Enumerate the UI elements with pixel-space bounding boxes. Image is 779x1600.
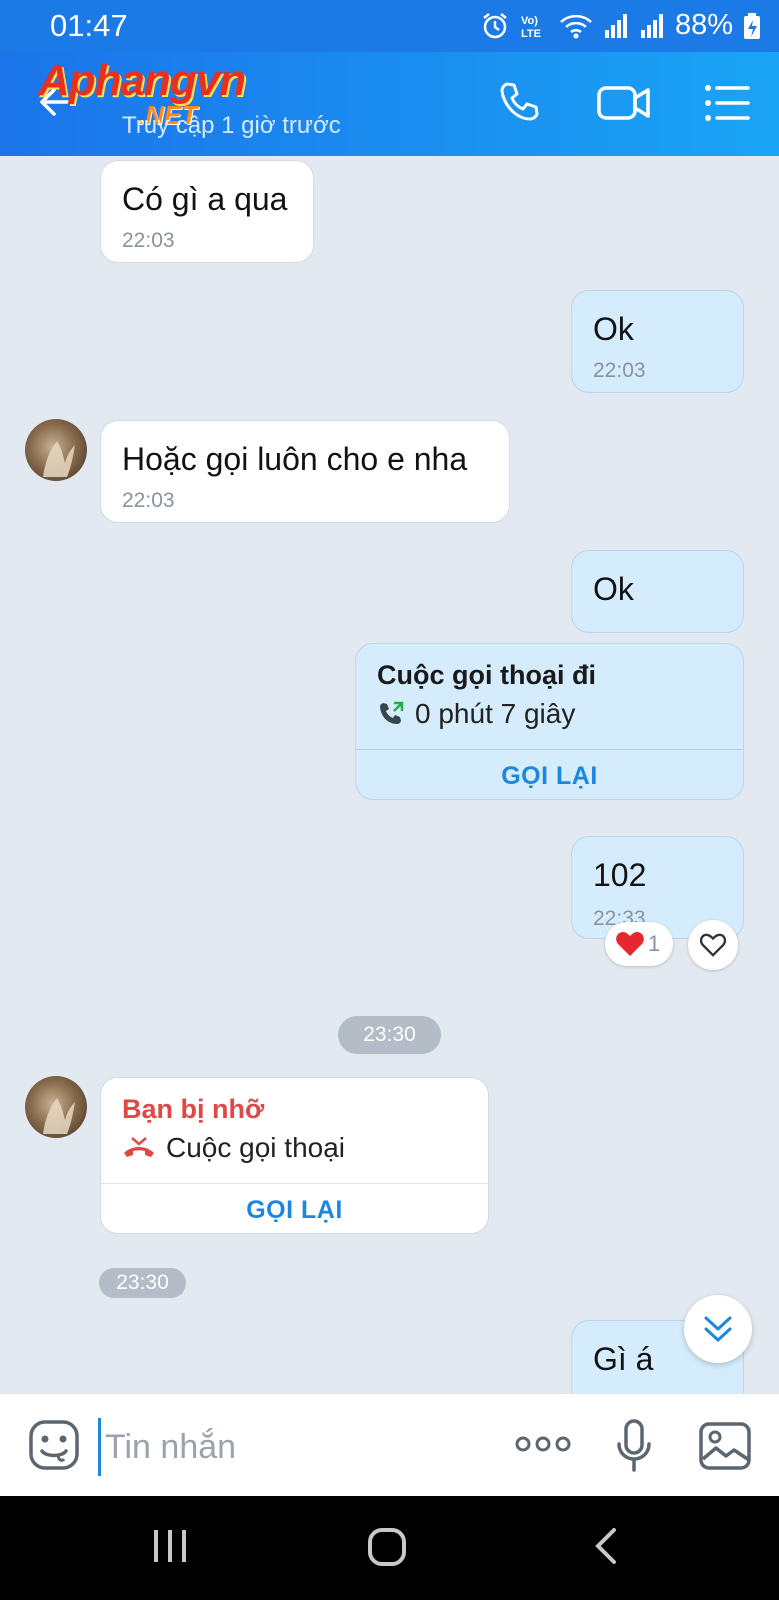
chat-header: Aphangvn .NET Truy cập 1 giờ trước — [0, 52, 779, 156]
scroll-down-button[interactable] — [684, 1295, 752, 1363]
battery-icon — [744, 12, 760, 39]
avatar-image — [43, 1098, 75, 1134]
call-detail-row: 0 phút 7 giây — [377, 698, 575, 730]
outgoing-call-card[interactable]: Cuộc gọi thoại đi 0 phút 7 giây GỌI LẠI — [355, 643, 744, 800]
heart-outline-icon — [699, 933, 727, 957]
signal-icon-1 — [604, 13, 627, 38]
call-title: Cuộc gọi thoại đi — [377, 660, 596, 690]
emoji-icon[interactable] — [28, 1419, 80, 1471]
battery-percent: 88% — [674, 9, 733, 41]
phone-icon[interactable] — [497, 80, 543, 126]
call-detail-row: Cuộc gọi thoại — [122, 1132, 345, 1164]
status-bar: 01:47 Vo) LTE 88% — [0, 0, 779, 52]
divider — [101, 1183, 488, 1184]
svg-text:Vo): Vo) — [521, 15, 538, 27]
home-icon[interactable] — [366, 1526, 408, 1568]
time-divider: 23:30 — [338, 1016, 441, 1054]
heart-icon — [616, 932, 644, 956]
avatar[interactable] — [25, 419, 87, 481]
wifi-icon — [560, 14, 592, 38]
message-text: 102 — [593, 857, 647, 893]
message-list[interactable]: Có gì a qua 22:03 Ok 22:03 Hoặc gọi luôn… — [0, 156, 779, 1393]
react-button[interactable] — [688, 920, 738, 970]
composer-bar — [0, 1393, 779, 1497]
scroll-down-icon — [704, 1316, 732, 1342]
watermark-logo: Aphangvn — [38, 56, 246, 105]
avatar-image — [43, 441, 75, 477]
last-seen-status: Truy cập 1 giờ trước — [122, 112, 341, 139]
back-nav-icon[interactable] — [592, 1526, 622, 1566]
message-bubble-outgoing[interactable]: Ok — [571, 550, 744, 633]
menu-icon[interactable] — [704, 80, 750, 126]
mic-icon[interactable] — [614, 1418, 654, 1474]
call-back-button[interactable]: GỌI LẠI — [101, 1196, 488, 1225]
call-back-button[interactable]: GỌI LẠI — [356, 762, 743, 791]
reaction-count: 1 — [648, 931, 661, 956]
divider — [356, 749, 743, 750]
message-time: 22:03 — [122, 489, 175, 512]
message-input[interactable] — [98, 1418, 487, 1476]
call-type: Cuộc gọi thoại — [166, 1132, 346, 1163]
message-text: Gì á — [593, 1341, 654, 1377]
recent-apps-icon[interactable] — [150, 1526, 190, 1566]
message-time: 22:03 — [593, 359, 646, 382]
more-icon[interactable] — [514, 1434, 572, 1454]
avatar[interactable] — [25, 1076, 87, 1138]
status-time: 01:47 — [50, 8, 128, 43]
message-bubble-incoming[interactable]: Hoặc gọi luôn cho e nha 22:03 — [100, 420, 510, 523]
message-bubble-outgoing[interactable]: Ok 22:03 — [571, 290, 744, 393]
message-text: Ok — [593, 311, 634, 347]
outgoing-call-icon — [380, 701, 404, 724]
svg-text:LTE: LTE — [521, 28, 541, 40]
video-call-icon[interactable] — [596, 80, 652, 126]
message-text: Hoặc gọi luôn cho e nha — [122, 441, 468, 477]
message-text: Ok — [593, 571, 634, 607]
message-time-pill: 23:30 — [99, 1268, 186, 1298]
message-text: Có gì a qua — [122, 181, 288, 217]
missed-call-title: Bạn bị nhỡ — [122, 1094, 265, 1124]
reaction-badge[interactable]: 1 — [605, 922, 673, 966]
message-bubble-incoming[interactable]: Có gì a qua 22:03 — [100, 160, 314, 263]
status-icons: Vo) LTE 88% — [481, 9, 761, 42]
system-nav-bar — [0, 1496, 779, 1600]
missed-call-card[interactable]: Bạn bị nhỡ Cuộc gọi thoại GỌI LẠI — [100, 1077, 489, 1234]
message-time: 22:03 — [122, 229, 175, 252]
missed-call-icon — [124, 1137, 154, 1157]
signal-icon-2 — [640, 13, 663, 38]
alarm-icon — [483, 12, 507, 38]
image-icon[interactable] — [698, 1421, 752, 1471]
volte-icon: Vo)LTE — [521, 15, 541, 40]
call-duration: 0 phút 7 giây — [415, 698, 576, 729]
